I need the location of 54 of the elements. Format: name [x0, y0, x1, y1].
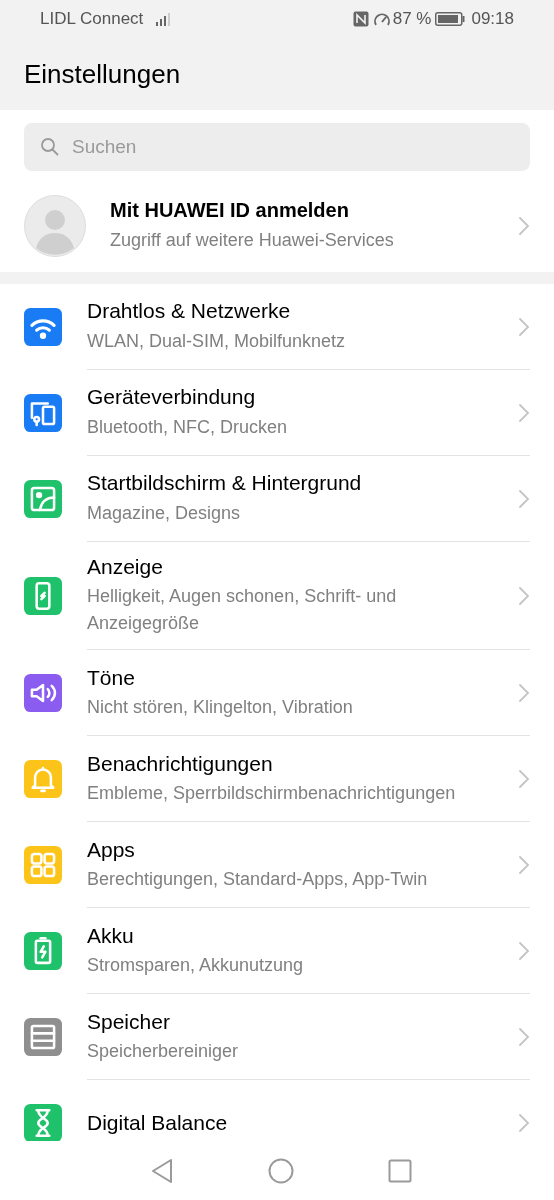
- item-title: Anzeige: [87, 554, 164, 580]
- item-subtitle: Berechtigungen, Standard-Apps, App-Twin: [87, 867, 429, 891]
- item-title: Apps: [87, 836, 136, 863]
- item-subtitle: WLAN, Dual-SIM, Mobilfunknetz: [87, 329, 347, 353]
- item-subtitle: Magazine, Designs: [87, 501, 242, 525]
- item-subtitle: Speicherbereiniger: [87, 1039, 240, 1063]
- nfc-icon: [352, 11, 369, 27]
- item-title: Benachrichtigungen: [87, 750, 274, 777]
- account-row[interactable]: Mit HUAWEI ID anmelden Zugriff auf weitere Huawei-Services: [0, 184, 554, 268]
- settings-item[interactable]: Benachrichtigungen Embleme, Sperrbildschirmbenachrichtigungen: [0, 736, 554, 823]
- item-subtitle: Stromsparen, Akkunutzung: [87, 953, 305, 977]
- search-field[interactable]: Suchen: [24, 123, 530, 171]
- carrier-name: LIDL Connect: [40, 8, 144, 31]
- account-subtitle: Zugriff auf weitere Huawei-Services: [110, 229, 395, 252]
- chevron-icon: [518, 682, 530, 703]
- item-title: Akku: [87, 922, 135, 949]
- settings-item[interactable]: Speicher Speicherbereiniger: [0, 994, 554, 1081]
- chevron-icon: [518, 1026, 530, 1047]
- back-button[interactable]: [150, 1157, 174, 1184]
- avatar-icon: [24, 195, 86, 257]
- item-subtitle: Embleme, Sperrbildschirmbenachrichtigungen: [87, 781, 457, 805]
- chevron-icon: [518, 1113, 530, 1134]
- chevron-icon: [518, 316, 530, 337]
- chevron-icon: [518, 940, 530, 961]
- battery-percentage: 87 %: [392, 8, 432, 31]
- settings-item[interactable]: Anzeige Helligkeit, Augen schonen, Schrift- und Anzeigegröße: [0, 542, 554, 651]
- item-subtitle: Bluetooth, NFC, Drucken: [87, 415, 289, 439]
- chevron-icon: [518, 216, 530, 236]
- chevron-icon: [518, 854, 530, 875]
- account-title: Mit HUAWEI ID anmelden: [110, 198, 350, 223]
- settings-item[interactable]: Apps Berechtigungen, Standard-Apps, App-Twin: [0, 822, 554, 909]
- speedometer-icon: [372, 11, 391, 27]
- page-title: Einstellungen: [24, 57, 181, 91]
- settings-item[interactable]: Startbildschirm & Hintergrund Magazine, Designs: [0, 456, 554, 542]
- settings-item[interactable]: Geräteverbindung Bluetooth, NFC, Drucken: [0, 370, 554, 456]
- settings-item[interactable]: Drahtlos & Netzwerke WLAN, Dual-SIM, Mobilfunknetz: [0, 284, 554, 370]
- chevron-icon: [518, 488, 530, 509]
- settings-item[interactable]: Töne Nicht stören, Klingelton, Vibration: [0, 650, 554, 737]
- battery-icon: [435, 12, 466, 26]
- home-button[interactable]: [268, 1157, 294, 1184]
- chevron-icon: [518, 768, 530, 789]
- item-title: Digital Balance: [87, 1110, 229, 1137]
- item-subtitle: Nicht stören, Klingelton, Vibration: [87, 695, 354, 719]
- item-title: Startbildschirm & Hintergrund: [87, 470, 363, 497]
- item-title: Speicher: [87, 1008, 171, 1035]
- settings-item[interactable]: Akku Stromsparen, Akkunutzung: [0, 908, 554, 995]
- item-subtitle: Helligkeit, Augen schonen, Schrift- und Anzeigegröße: [87, 585, 398, 636]
- clock-time: 09:18: [471, 8, 514, 31]
- item-title: Geräteverbindung: [87, 384, 257, 411]
- chevron-icon: [518, 402, 530, 423]
- chevron-icon: [518, 585, 530, 606]
- recents-button[interactable]: [388, 1158, 412, 1183]
- item-title: Töne: [87, 664, 136, 691]
- item-title: Drahtlos & Netzwerke: [87, 298, 292, 325]
